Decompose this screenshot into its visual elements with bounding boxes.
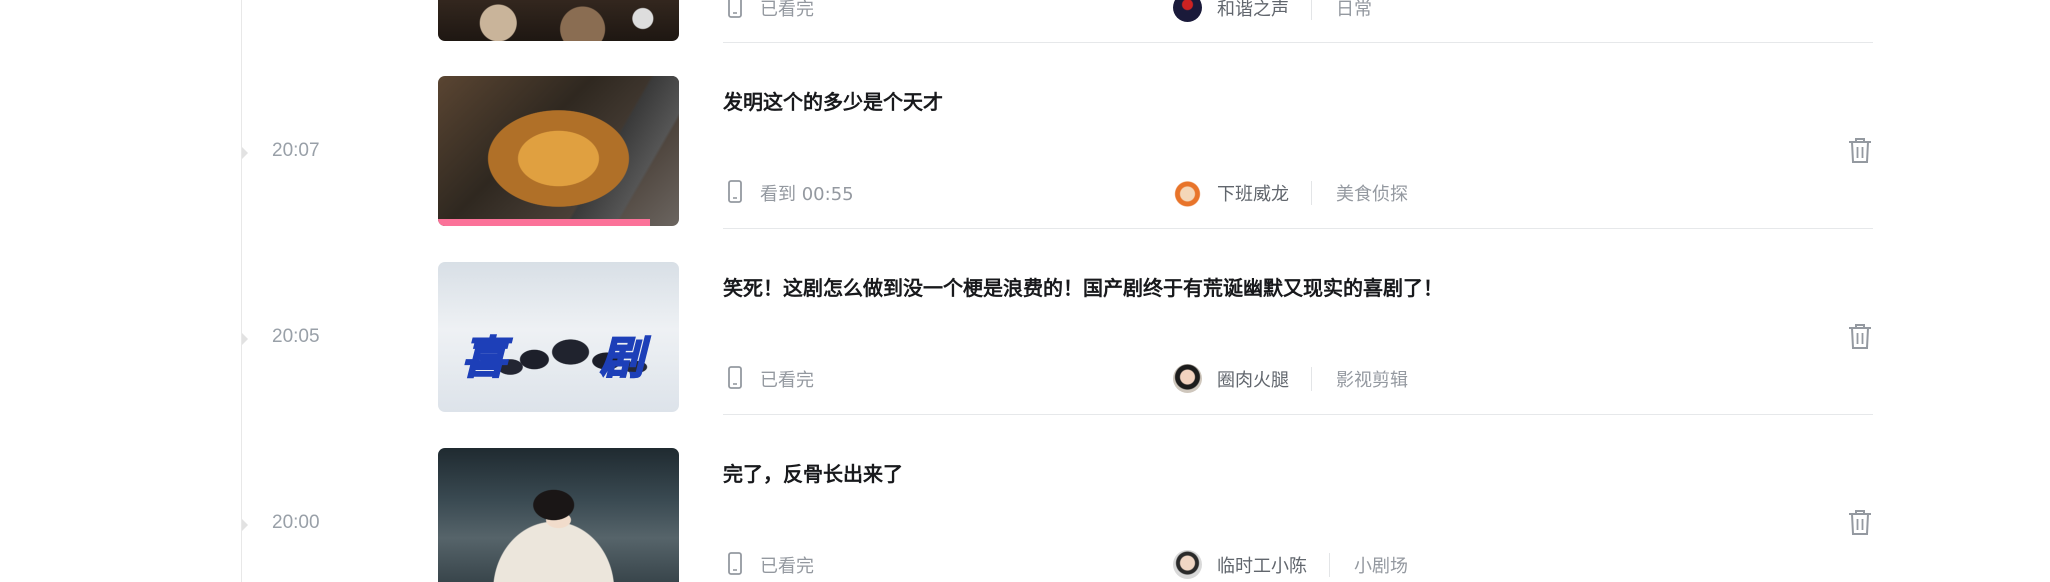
video-meta: 看到 00:55 下班威龙 美食侦探 bbox=[723, 178, 1873, 208]
video-meta: 已看完 临时工小陈 小剧场 bbox=[723, 550, 1873, 580]
video-title[interactable]: 发明这个的多少是个天才 bbox=[723, 86, 943, 115]
timeline-line bbox=[241, 0, 242, 582]
watch-time: 20:05 bbox=[272, 326, 320, 347]
watch-status: 已看完 bbox=[760, 556, 814, 577]
watch-progress-bar bbox=[438, 219, 651, 226]
meta-separator bbox=[1329, 553, 1330, 577]
video-thumbnail[interactable]: 喜 剧 bbox=[438, 262, 679, 412]
trash-icon[interactable] bbox=[1848, 137, 1872, 164]
avatar[interactable] bbox=[1173, 178, 1202, 207]
category-tag[interactable]: 美食侦探 bbox=[1336, 180, 1408, 206]
mobile-phone-icon bbox=[728, 0, 742, 18]
thumbnail-caption: 剧 bbox=[599, 332, 645, 385]
meta-separator bbox=[1311, 181, 1312, 205]
video-thumbnail[interactable] bbox=[438, 76, 679, 226]
watch-time: 20:00 bbox=[272, 512, 320, 533]
avatar[interactable] bbox=[1173, 0, 1202, 22]
uploader-name[interactable]: 下班威龙 bbox=[1217, 180, 1289, 206]
thumbnail-caption: 喜 bbox=[461, 332, 507, 385]
avatar[interactable] bbox=[1173, 550, 1202, 579]
uploader-name[interactable]: 圈肉火腿 bbox=[1217, 366, 1289, 392]
watch-status: 已看完 bbox=[760, 0, 814, 20]
category-tag[interactable]: 小剧场 bbox=[1354, 552, 1408, 578]
avatar[interactable] bbox=[1173, 364, 1202, 393]
uploader-name[interactable]: 临时工小陈 bbox=[1217, 552, 1307, 578]
row-divider bbox=[723, 42, 1873, 43]
video-thumbnail[interactable] bbox=[438, 448, 679, 582]
watch-time: 20:07 bbox=[272, 140, 320, 161]
timeline-marker bbox=[242, 333, 248, 345]
row-divider bbox=[723, 414, 1873, 415]
mobile-phone-icon bbox=[728, 552, 742, 575]
video-thumbnail[interactable] bbox=[438, 0, 679, 41]
category-tag[interactable]: 日常 bbox=[1336, 0, 1372, 21]
video-meta: 已看完 圈肉火腿 影视剪辑 bbox=[723, 364, 1873, 394]
mobile-phone-icon bbox=[728, 180, 742, 203]
trash-icon[interactable] bbox=[1848, 509, 1872, 536]
row-divider bbox=[723, 228, 1873, 229]
category-tag[interactable]: 影视剪辑 bbox=[1336, 366, 1408, 392]
mobile-phone-icon bbox=[728, 366, 742, 389]
uploader-name[interactable]: 和谐之声 bbox=[1217, 0, 1289, 21]
timeline-marker bbox=[242, 519, 248, 531]
meta-separator bbox=[1311, 0, 1312, 20]
video-title[interactable]: 完了，反骨长出来了 bbox=[723, 458, 903, 487]
watch-status: 已看完 bbox=[760, 370, 814, 391]
timeline-marker bbox=[242, 147, 248, 159]
watch-status: 看到 00:55 bbox=[760, 184, 854, 205]
meta-separator bbox=[1311, 367, 1312, 391]
trash-icon[interactable] bbox=[1848, 323, 1872, 350]
video-meta: 已看完 和谐之声 日常 bbox=[723, 0, 1873, 23]
history-list: 已看完 和谐之声 日常 20:07 发明这个的多少是个天才 看到 00:55 下… bbox=[0, 0, 2050, 582]
video-title[interactable]: 笑死！这剧怎么做到没一个梗是浪费的！国产剧终于有荒诞幽默又现实的喜剧了！ bbox=[723, 272, 1443, 301]
